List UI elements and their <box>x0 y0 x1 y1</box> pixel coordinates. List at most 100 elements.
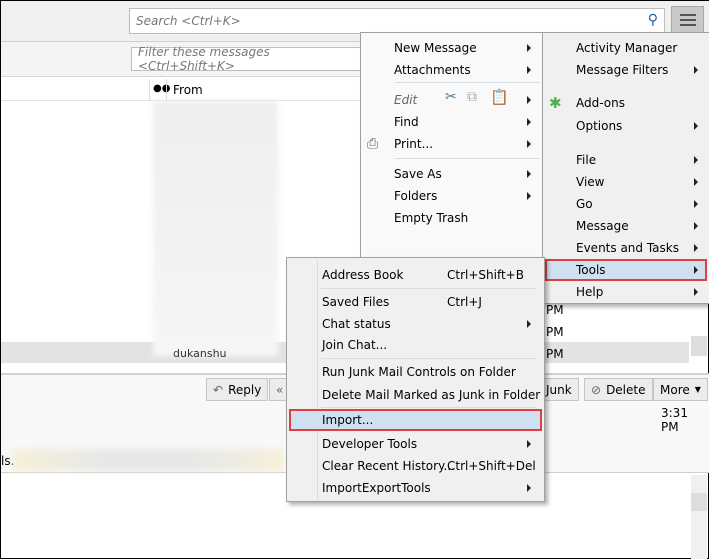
menu-item-options[interactable]: Options <box>543 115 709 137</box>
menu-item-label: Address Book <box>322 268 404 282</box>
delete-label: Delete <box>606 382 646 397</box>
search-input[interactable]: Search <Ctrl+K> ⚲ <box>129 8 665 34</box>
menu-item-label: Tools <box>576 263 606 277</box>
filter-input[interactable]: Filter these messages <Ctrl+Shift+K> <box>131 45 371 73</box>
menu-item-label: Message Filters <box>576 63 669 77</box>
app-menu-right: Activity Manager Message Filters Add-ons Op… <box>542 32 709 304</box>
chevron-right-icon <box>694 200 698 208</box>
tools-submenu: Address Book Ctrl+Shift+B Saved Files Ctrl+… <box>286 257 545 502</box>
menu-item-label: New Message <box>394 41 477 55</box>
menu-item-chat-status[interactable]: Chat status <box>287 313 544 335</box>
menu-item-print[interactable]: Print... <box>361 133 542 155</box>
delete-icon: ⊘ <box>591 382 602 397</box>
menu-item-run-junk-mail-controls-on-folder[interactable]: Run Junk Mail Controls on Folder <box>287 361 544 383</box>
app-menu-left: New Message Attachments Edit Find Print... Sa… <box>360 32 543 260</box>
menu-item-label: Events and Tasks <box>576 241 679 255</box>
menu-item-label: Delete Mail Marked as Junk in Folder <box>322 388 541 402</box>
chevron-right-icon <box>527 484 531 492</box>
menu-item-activity-manager[interactable]: Activity Manager <box>543 37 709 59</box>
message-time: 3:31 PM <box>661 406 688 434</box>
chevron-right-icon <box>694 244 698 252</box>
chevron-right-icon <box>694 66 698 74</box>
menu-item-label: ImportExportTools <box>322 481 431 495</box>
chevron-right-icon <box>527 192 531 200</box>
row-time: PM <box>546 325 564 339</box>
blurred-senders <box>153 101 278 356</box>
menu-item-find[interactable]: Find <box>361 111 542 133</box>
menu-item-clear-recent-history[interactable]: Clear Recent History... Ctrl+Shift+Del <box>287 455 544 477</box>
puzzle-icon: ✱ <box>549 94 562 112</box>
search-icon[interactable]: ⚲ <box>648 12 658 28</box>
column-from[interactable]: From <box>173 83 203 97</box>
reply-all-icon: « <box>276 382 284 397</box>
menu-item-import[interactable]: Import... <box>289 409 542 431</box>
menu-item-label: Folders <box>394 189 438 203</box>
printer-icon: ⎙ <box>367 136 379 152</box>
reply-icon: ↶ <box>213 382 224 397</box>
menu-item-message-filters[interactable]: Message Filters <box>543 59 709 81</box>
menu-shortcut: Ctrl+Shift+B <box>447 268 524 282</box>
chevron-right-icon <box>694 266 698 274</box>
more-label: More <box>660 382 690 397</box>
chevron-right-icon <box>694 122 698 130</box>
menu-item-label: Message <box>576 219 629 233</box>
chevron-right-icon <box>527 140 531 148</box>
body-scrollbar[interactable] <box>691 475 707 559</box>
menu-item-importexporttools[interactable]: ImportExportTools <box>287 477 544 499</box>
menu-item-empty-trash[interactable]: Empty Trash <box>361 207 542 229</box>
chevron-right-icon <box>527 170 531 178</box>
menu-item-label: Activity Manager <box>576 41 678 55</box>
search-placeholder: Search <Ctrl+K> <box>136 14 241 28</box>
menu-item-events-and-tasks[interactable]: Events and Tasks <box>543 237 709 259</box>
thread-icon[interactable]: ●● <box>153 83 170 94</box>
menu-item-label: Run Junk Mail Controls on Folder <box>322 365 516 379</box>
column-divider <box>149 79 150 101</box>
menu-item-delete-mail-marked-as-junk-in-folder[interactable]: Delete Mail Marked as Junk in Folder <box>287 384 544 406</box>
menu-item-label: Clear Recent History... <box>322 459 455 473</box>
app-menu-button[interactable] <box>671 6 704 34</box>
menu-item-folders[interactable]: Folders <box>361 185 542 207</box>
menu-item-join-chat[interactable]: Join Chat... <box>287 334 544 356</box>
reply-button[interactable]: ↶ Reply <box>206 378 269 401</box>
filter-placeholder: Filter these messages <Ctrl+Shift+K> <box>138 45 270 73</box>
chevron-right-icon <box>527 118 531 126</box>
chevron-right-icon <box>694 156 698 164</box>
menu-item-attachments[interactable]: Attachments <box>361 59 542 81</box>
menu-item-label: Help <box>576 285 604 299</box>
menu-item-save-as[interactable]: Save As <box>361 163 542 185</box>
sender-text: dukanshu <box>173 347 227 360</box>
menu-item-tools[interactable]: Tools <box>545 259 707 281</box>
cut-icon[interactable]: ✂ <box>445 89 457 105</box>
menu-separator <box>395 158 540 159</box>
menu-item-saved-files[interactable]: Saved Files Ctrl+J <box>287 291 544 313</box>
menu-item-label: Edit <box>394 93 418 107</box>
menu-item-go[interactable]: Go <box>543 193 709 215</box>
menu-item-add-ons[interactable]: Add-ons <box>543 92 709 114</box>
more-button[interactable]: More ▼ <box>653 378 708 401</box>
menu-item-label: Add-ons <box>576 96 625 110</box>
row-time: PM <box>546 303 564 317</box>
column-divider <box>166 79 167 101</box>
menu-item-file[interactable]: File <box>543 149 709 171</box>
menu-item-label: Join Chat... <box>322 338 388 352</box>
menu-item-label: Empty Trash <box>394 211 469 225</box>
menu-shortcut: Ctrl+Shift+Del <box>447 459 536 473</box>
menu-item-label: Developer Tools <box>322 437 418 451</box>
row-time: PM <box>546 347 564 361</box>
menu-item-view[interactable]: View <box>543 171 709 193</box>
paste-icon[interactable]: 📋 <box>490 88 509 106</box>
menu-item-label: File <box>576 153 597 167</box>
chevron-right-icon <box>694 178 698 186</box>
menu-shortcut: Ctrl+J <box>447 295 482 309</box>
menu-item-label: View <box>576 175 605 189</box>
menu-item-message[interactable]: Message <box>543 215 709 237</box>
delete-button[interactable]: ⊘ Delete <box>584 378 653 401</box>
copy-icon[interactable]: ⧉ <box>467 89 477 105</box>
menu-item-help[interactable]: Help <box>543 281 709 303</box>
menu-item-label: Saved Files <box>322 295 390 309</box>
chevron-right-icon <box>527 320 531 328</box>
menu-item-new-message[interactable]: New Message <box>361 37 542 59</box>
menu-item-developer-tools[interactable]: Developer Tools <box>287 433 544 455</box>
list-scrollbar[interactable] <box>691 336 707 356</box>
menu-item-address-book[interactable]: Address Book Ctrl+Shift+B <box>287 264 544 286</box>
